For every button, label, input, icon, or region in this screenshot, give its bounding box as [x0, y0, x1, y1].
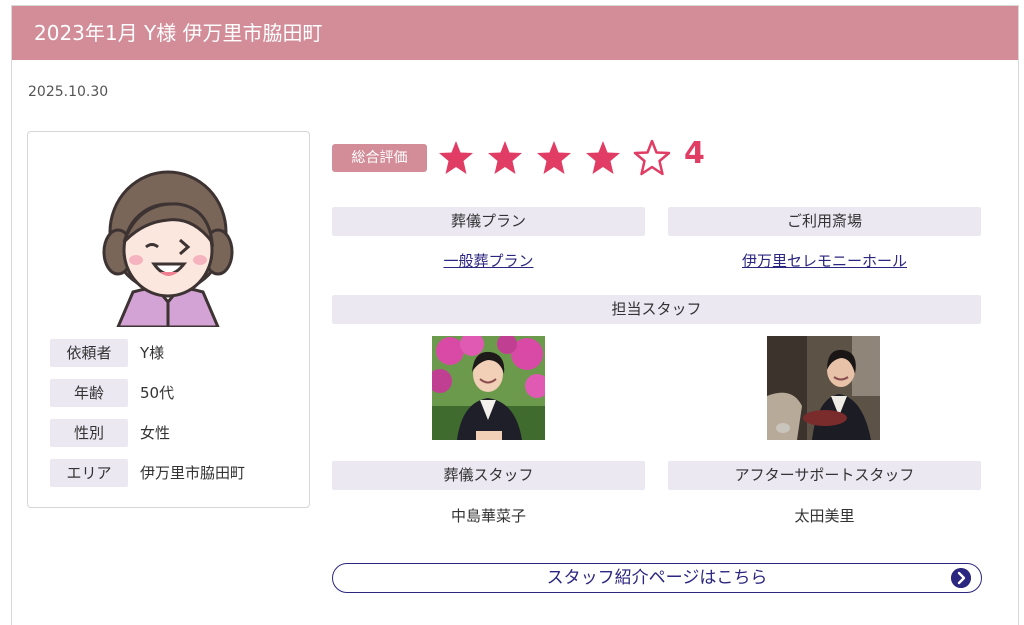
after-support-staff-name: 太田美里 — [794, 507, 855, 525]
funeral-staff-role: 葬儀スタッフ — [332, 461, 645, 490]
staff-intro-page-button[interactable]: スタッフ紹介ページはこちら — [332, 563, 982, 593]
venue-label: ご利用斎場 — [668, 207, 981, 236]
overall-rating-value: 4 — [684, 136, 705, 171]
venue-link[interactable]: 伊万里セレモニーホール — [668, 250, 981, 271]
gender-value: 女性 — [140, 424, 171, 442]
age-label: 年齢 — [50, 379, 128, 407]
funeral-staff-photo — [432, 336, 545, 440]
requester-value: Y様 — [140, 344, 165, 362]
star-filled-icon — [439, 141, 473, 174]
star-filled-icon — [537, 141, 571, 174]
area-label: エリア — [50, 459, 128, 487]
chevron-right-icon — [951, 568, 971, 588]
review-title: 2023年1月 Y様 伊万里市脇田町 — [12, 6, 1018, 60]
star-empty-icon — [633, 139, 671, 176]
star-filled-icon — [586, 141, 620, 174]
star-filled-icon — [488, 141, 522, 174]
requester-label: 依頼者 — [50, 339, 128, 367]
age-value: 50代 — [140, 384, 175, 402]
area-value: 伊万里市脇田町 — [140, 464, 246, 482]
post-date: 2025.10.30 — [28, 84, 109, 100]
funeral-plan-label: 葬儀プラン — [332, 207, 645, 236]
staff-intro-page-button-label: スタッフ紹介ページはこちら — [546, 568, 768, 588]
customer-avatar-illustration — [102, 170, 234, 327]
staff-section-label: 担当スタッフ — [332, 295, 981, 324]
after-support-staff-role: アフターサポートスタッフ — [668, 461, 981, 490]
funeral-staff-name: 中島華菜子 — [450, 507, 526, 525]
overall-rating-label: 総合評価 — [332, 144, 427, 172]
customer-profile: 依頼者 Y様 年齢 50代 性別 女性 エリア 伊万里市脇田町 — [27, 131, 310, 508]
gender-label: 性別 — [50, 419, 128, 447]
funeral-plan-link[interactable]: 一般葬プラン — [332, 250, 645, 271]
after-support-staff-photo — [767, 336, 880, 440]
